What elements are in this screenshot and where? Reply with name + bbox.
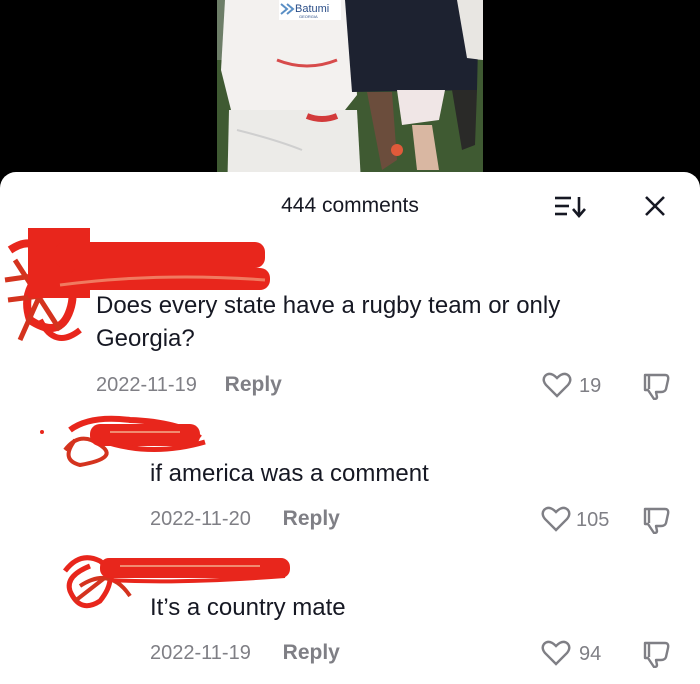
comment-text: It’s a country mate <box>150 594 346 621</box>
thumbs-down-icon[interactable] <box>641 640 673 668</box>
rugby-players-image: Batumi GEORGIA <box>217 0 483 200</box>
comment-date: 2022-11-20 <box>150 508 251 530</box>
sort-icon[interactable] <box>553 194 587 220</box>
video-player[interactable]: Batumi GEORGIA <box>0 0 700 200</box>
comment-text: Does every state have a rugby team or on… <box>96 292 561 352</box>
thumbs-down-icon[interactable] <box>641 372 673 400</box>
close-icon[interactable] <box>643 194 667 218</box>
comment-text: if america was a comment <box>150 460 429 487</box>
comment-date: 2022-11-19 <box>96 374 197 396</box>
like-count: 105 <box>576 509 610 531</box>
jersey-logo: Batumi GEORGIA <box>279 0 341 20</box>
like-count: 94 <box>579 643 602 665</box>
jersey-logo-subtext: GEORGIA <box>299 14 318 19</box>
like-count: 19 <box>579 375 602 397</box>
heart-outline-icon[interactable] <box>541 640 571 666</box>
reply-button[interactable]: Reply <box>225 373 282 396</box>
reply-button[interactable]: Reply <box>283 641 340 664</box>
comment-date: 2022-11-19 <box>150 642 251 664</box>
heart-outline-icon[interactable] <box>541 506 571 532</box>
video-thumbnail: Batumi GEORGIA <box>217 0 483 200</box>
heart-outline-icon[interactable] <box>542 372 572 398</box>
reply-button[interactable]: Reply <box>283 507 340 530</box>
thumbs-down-icon[interactable] <box>641 506 673 534</box>
